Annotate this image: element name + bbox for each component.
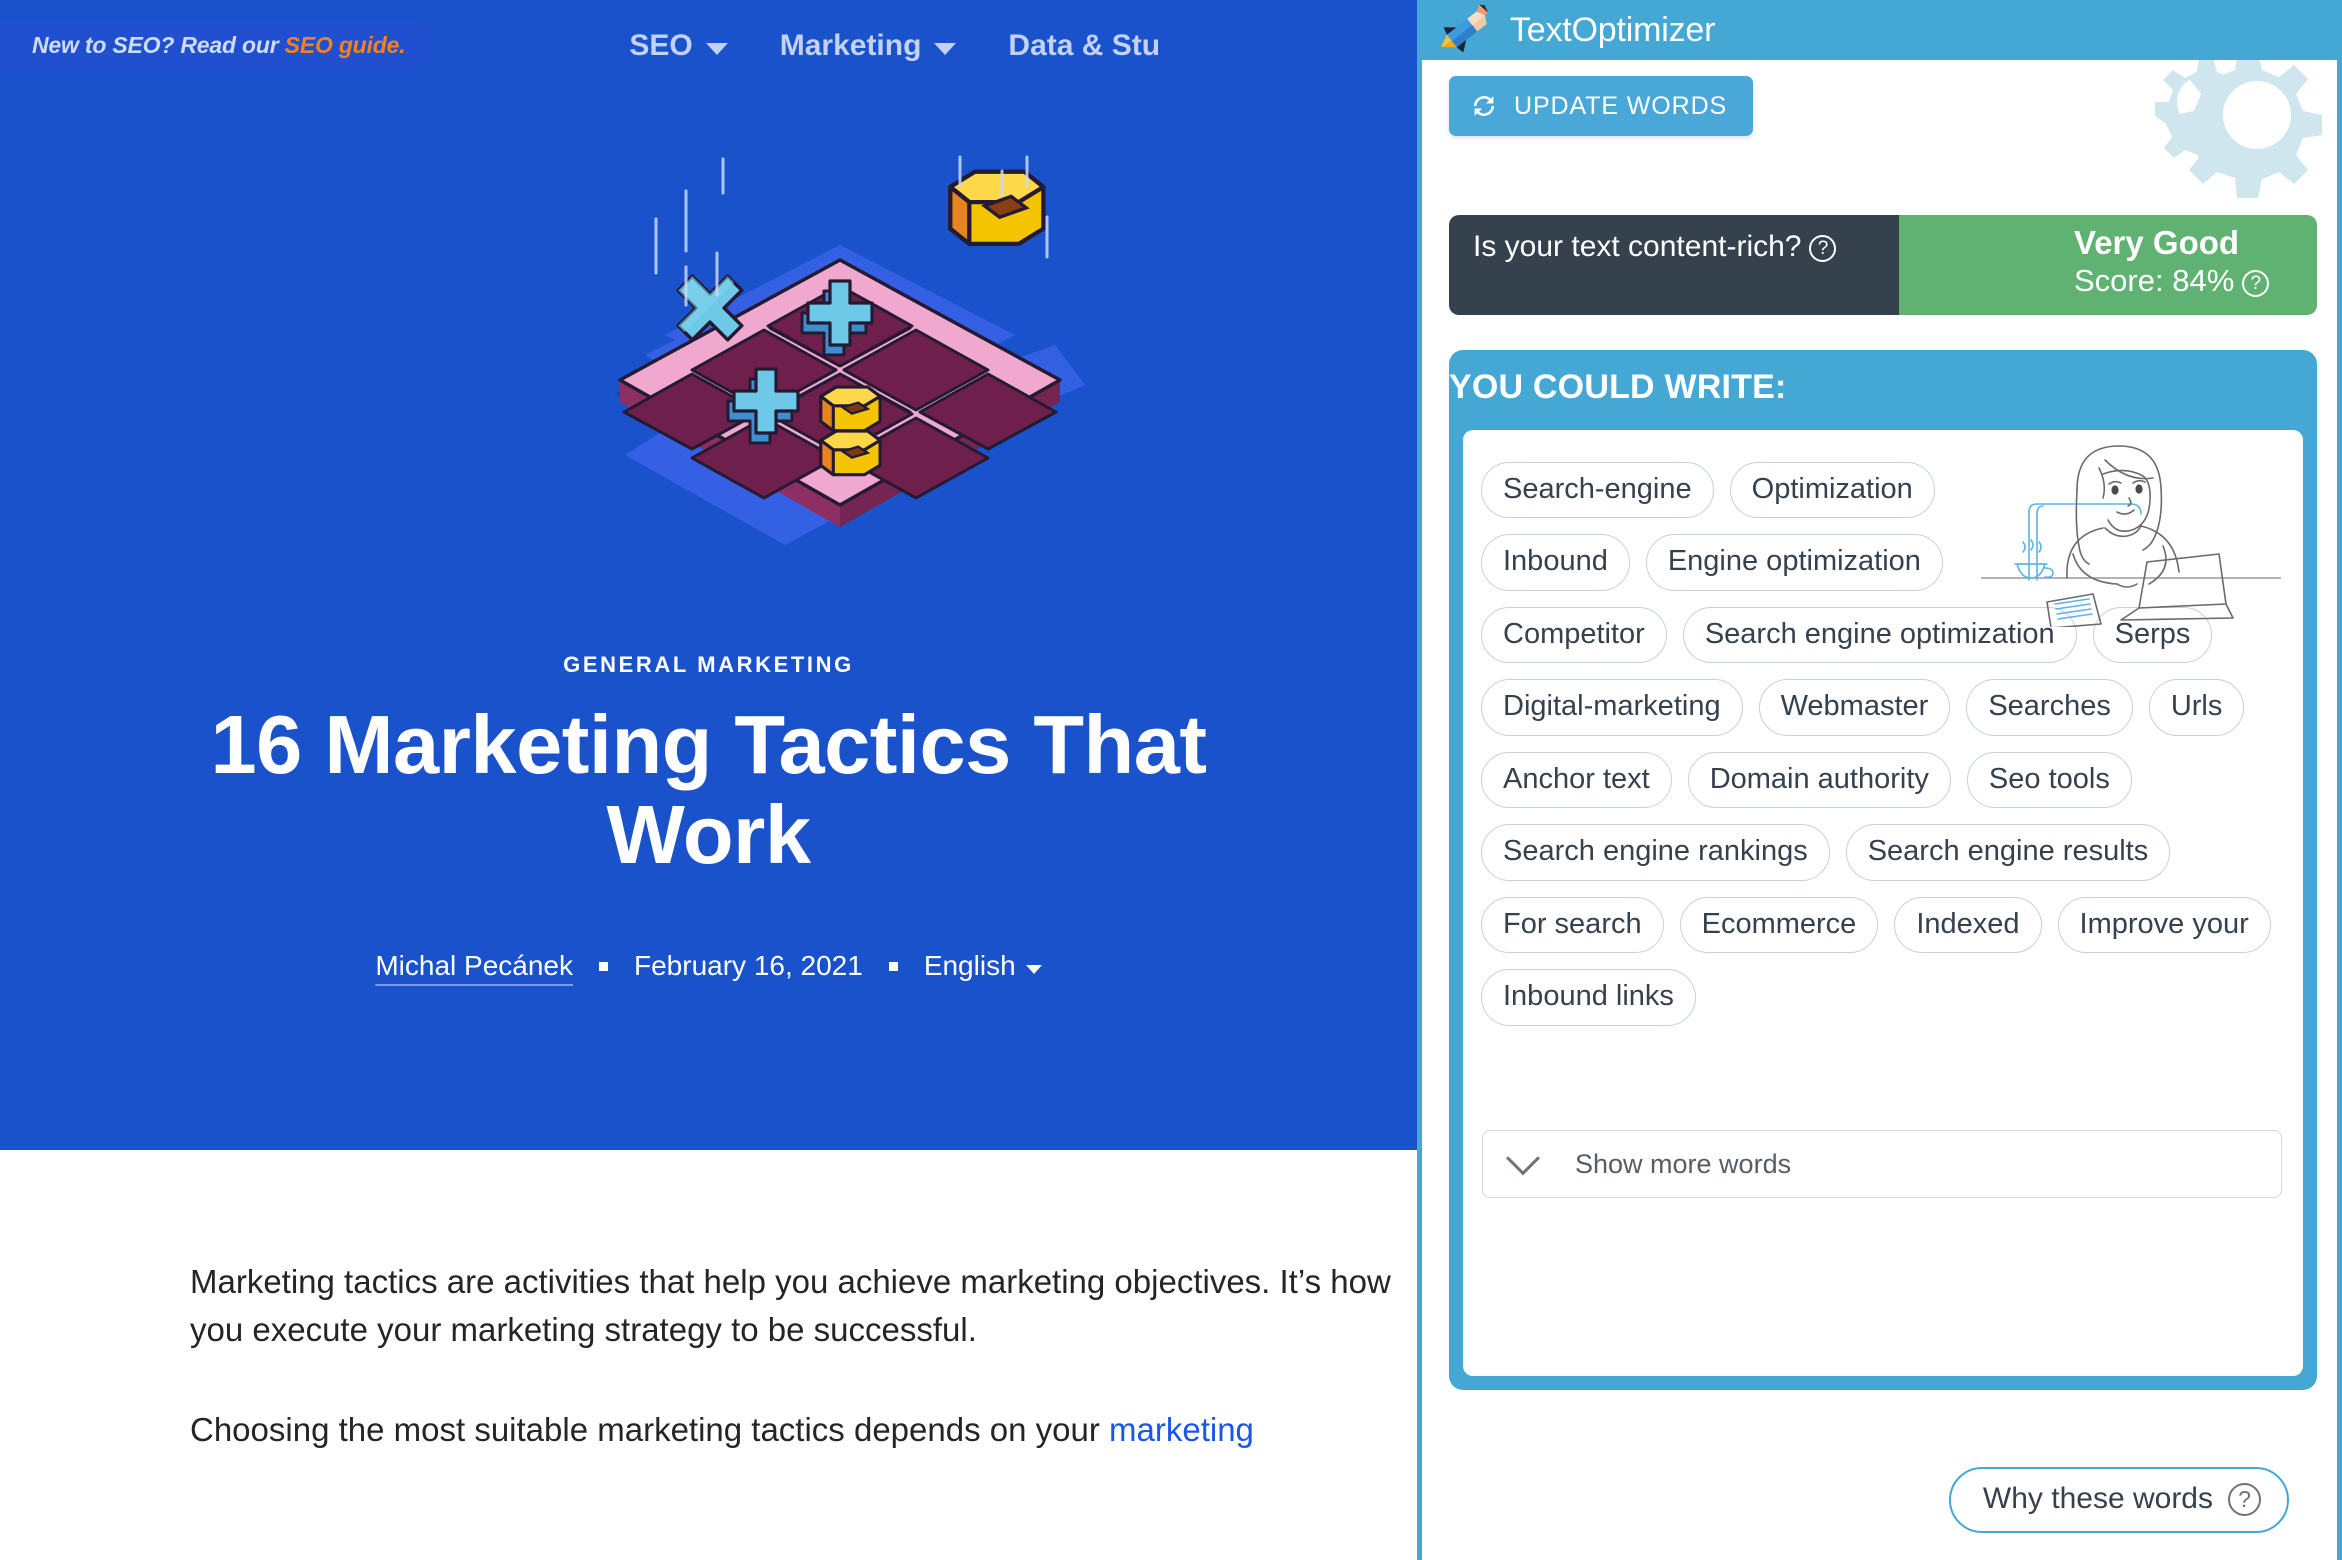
word-tag[interactable]: Improve your	[2057, 896, 2271, 954]
word-tag[interactable]: Inbound links	[1481, 969, 1696, 1026]
word-tag[interactable]: Anchor text	[1481, 751, 1672, 809]
seo-guide-badge[interactable]: New to SEO? Read our SEO guide.	[0, 18, 434, 74]
chevron-down-icon	[1506, 1141, 1540, 1176]
chevron-down-icon	[934, 42, 957, 55]
language-selector[interactable]: English	[924, 950, 1016, 982]
why-these-words-button[interactable]: Why these words ?	[1948, 1467, 2289, 1533]
nav-item-seo[interactable]: SEO	[629, 29, 728, 63]
nav-item-seo-label: SEO	[629, 29, 693, 62]
article-meta: Michal Pecánek February 16, 2021 English	[0, 950, 1417, 982]
marketing-link[interactable]: marketing	[1109, 1411, 1254, 1448]
word-tag[interactable]: Search-engine	[1481, 462, 1714, 519]
word-tag[interactable]: Webmaster	[1758, 679, 1951, 736]
word-tag[interactable]: Domain authority	[1687, 751, 1951, 809]
meta-separator	[599, 961, 608, 971]
update-words-button[interactable]: UPDATE WORDS	[1449, 76, 1754, 136]
word-tag[interactable]: Search engine rankings	[1481, 824, 1830, 881]
word-tag-list-wide: Competitor Search engine optimization Se…	[1481, 606, 2283, 1026]
word-tag[interactable]: Seo tools	[1966, 751, 2132, 809]
word-tag[interactable]: Engine optimization	[1645, 534, 1943, 591]
score-rating-label: Very Good	[2074, 224, 2240, 261]
site-navigation: New to SEO? Read our SEO guide. SEO Mark…	[0, 0, 1417, 92]
article-category[interactable]: GENERAL MARKETING	[0, 652, 1417, 678]
chevron-down-icon[interactable]	[1025, 964, 1042, 974]
question-mark-icon: ?	[2228, 1482, 2261, 1516]
publish-date: February 16, 2021	[634, 950, 863, 981]
ahrefs-blog-page: New to SEO? Read our SEO guide. SEO Mark…	[0, 0, 1417, 1560]
suggested-words-card: Search-engine Optimization Inbound Engin…	[1463, 430, 2303, 1376]
screenshot-root: New to SEO? Read our SEO guide. SEO Mark…	[0, 0, 2342, 1560]
word-tag[interactable]: For search	[1481, 896, 1664, 954]
nav-item-data-studies[interactable]: Data & Stu	[1008, 29, 1160, 63]
word-tag[interactable]: Ecommerce	[1679, 896, 1879, 954]
nav-links: SEO Marketing Data & Stu	[629, 29, 1212, 63]
word-tag[interactable]: Inbound	[1481, 534, 1630, 591]
hero-section: New to SEO? Read our SEO guide. SEO Mark…	[0, 0, 1417, 1150]
score-question: Is your text content-rich??	[1449, 215, 1899, 315]
article-paragraph-2-text: Choosing the most suitable marketing tac…	[190, 1411, 1110, 1449]
language-label: English	[923, 950, 1016, 981]
app-title: TextOptimizer	[1510, 10, 1716, 49]
score-question-text: Is your text content-rich?	[1473, 230, 1802, 263]
score-percent-text: Score: 84%	[2074, 262, 2235, 298]
show-more-words-label: Show more words	[1575, 1148, 1792, 1179]
update-words-label: UPDATE WORDS	[1514, 91, 1728, 120]
question-mark-icon[interactable]: ?	[1809, 235, 1837, 262]
word-tag[interactable]: Urls	[2148, 679, 2245, 736]
article-paragraph-1: Marketing tactics are activities that he…	[190, 1263, 1391, 1349]
score-value: Very Good Score: 84%?	[1899, 215, 2317, 315]
refresh-icon	[1474, 96, 1494, 116]
chevron-down-icon	[705, 42, 728, 55]
tic-tac-toe-illustration	[614, 155, 1085, 545]
word-tag[interactable]: Competitor	[1481, 606, 1667, 664]
article-body: Marketing tactics are activities that he…	[0, 1150, 1417, 1560]
content-score-row: Is your text content-rich?? Very Good Sc…	[1449, 215, 2317, 315]
show-more-words-button[interactable]: Show more words	[1482, 1130, 2282, 1198]
why-these-words-label: Why these words	[1982, 1482, 2213, 1515]
word-tag[interactable]: Optimization	[1729, 462, 1935, 519]
panel-header: TextOptimizer	[1422, 0, 2337, 60]
seo-guide-link[interactable]: SEO guide.	[285, 32, 406, 58]
pencil-rocket-icon	[1441, 4, 1489, 53]
meta-separator	[888, 961, 898, 971]
word-tag-list: Search-engine Optimization Inbound Engin…	[1481, 452, 2071, 591]
article-paragraph-2: Choosing the most suitable marketing tac…	[190, 1406, 1417, 1454]
word-tag[interactable]: Search engine results	[1845, 824, 2171, 881]
word-tag[interactable]: Digital-marketing	[1481, 679, 1743, 736]
author-link[interactable]: Michal Pecánek	[375, 950, 573, 982]
seo-badge-text: New to SEO? Read our	[32, 31, 285, 58]
nav-item-data-studies-label: Data & Stu	[1008, 29, 1161, 62]
textoptimizer-panel: TextOptimizer UPDATE WORDS Is your text …	[1417, 0, 2342, 1560]
score-percent-label: Score: 84%?	[2074, 262, 2317, 299]
page-title: 16 Marketing Tactics That Work	[210, 698, 1207, 881]
nav-item-marketing[interactable]: Marketing	[780, 29, 957, 63]
nav-item-marketing-label: Marketing	[779, 29, 922, 62]
word-tag[interactable]: Searches	[1966, 679, 2133, 736]
word-tag[interactable]: Indexed	[1894, 896, 2042, 954]
suggestions-heading: YOU COULD WRITE:	[1449, 368, 1787, 406]
question-mark-icon[interactable]: ?	[2242, 269, 2270, 297]
